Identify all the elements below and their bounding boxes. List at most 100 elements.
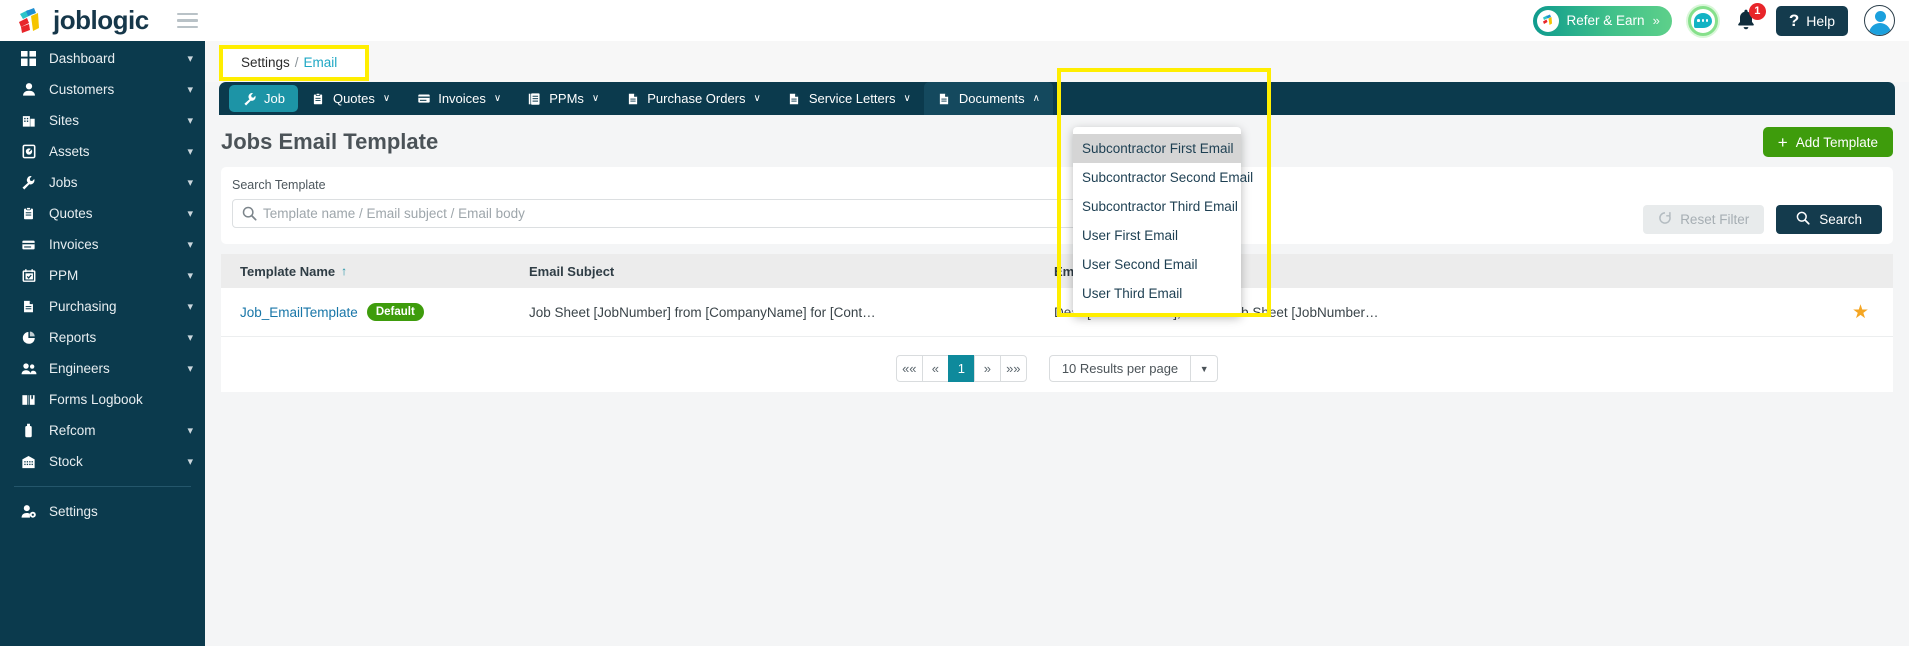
sidebar-label: Engineers	[49, 361, 110, 376]
sidebar-label: Invoices	[49, 237, 99, 252]
tab-label: Quotes	[332, 91, 375, 106]
search-icon	[242, 206, 257, 226]
sidebar-item-invoices[interactable]: Invoices ▾	[0, 229, 205, 260]
sidebar-divider	[14, 486, 191, 487]
sidebar-item-dashboard[interactable]: Dashboard ▾	[0, 43, 205, 74]
warehouse-icon	[20, 455, 37, 469]
chat-bubble-icon	[1693, 13, 1712, 28]
sidebar-item-purchasing[interactable]: Purchasing ▾	[0, 291, 205, 322]
tab-job[interactable]: Job	[229, 85, 298, 112]
table-row[interactable]: Job_EmailTemplate Default Job Sheet [Job…	[221, 288, 1893, 337]
chevron-down-icon: ▾	[187, 53, 193, 65]
template-name-link[interactable]: Job_EmailTemplate	[240, 305, 358, 320]
chevron-down-icon: ∨	[903, 93, 911, 104]
header-actions: Refer & Earn » 1 ? Help	[1532, 2, 1909, 36]
chevron-down-icon: ▾	[187, 456, 193, 468]
pagination-next-button[interactable]: »	[973, 355, 1001, 382]
sort-ascending-icon: ↑	[341, 264, 348, 278]
dropdown-item-subcontractor-second-email[interactable]: Subcontractor Second Email	[1073, 163, 1253, 192]
dropdown-item-user-first-email[interactable]: User First Email	[1073, 221, 1241, 250]
chevron-down-icon: ▾	[187, 146, 193, 158]
column-header-email-subject[interactable]: Email Subject	[521, 264, 1046, 279]
tab-label: Job	[264, 91, 285, 106]
chevron-down-icon: ▾	[187, 177, 193, 189]
asset-icon	[20, 144, 37, 159]
pagination-last-button[interactable]: »»	[999, 355, 1027, 382]
tab-service-letters[interactable]: Service Letters ∨	[774, 82, 924, 115]
sidebar-item-customers[interactable]: Customers ▾	[0, 74, 205, 105]
invoice-icon	[416, 92, 431, 105]
chevron-down-icon: ▾	[187, 208, 193, 220]
sidebar-item-jobs[interactable]: Jobs ▾	[0, 167, 205, 198]
sidebar-item-engineers[interactable]: Engineers ▾	[0, 353, 205, 384]
search-button[interactable]: Search	[1776, 205, 1882, 234]
reset-filter-label: Reset Filter	[1680, 212, 1750, 227]
chat-support-icon[interactable]	[1687, 5, 1718, 36]
sidebar-label: Sites	[49, 113, 80, 128]
wrench-icon	[20, 175, 37, 190]
sidebar-label: Customers	[49, 82, 115, 97]
sidebar-item-quotes[interactable]: Quotes ▾	[0, 198, 205, 229]
chevron-up-icon: ∧	[1032, 93, 1040, 104]
breadcrumb[interactable]: Settings / Email	[219, 44, 370, 81]
document-icon	[20, 299, 37, 314]
chevron-down-icon: ▾	[187, 301, 193, 313]
sidebar-label: Jobs	[49, 175, 78, 190]
user-avatar[interactable]	[1864, 5, 1895, 36]
sidebar-item-refcom[interactable]: Refcom ▾	[0, 415, 205, 446]
hamburger-icon[interactable]	[176, 12, 198, 29]
sidebar-item-forms-logbook[interactable]: Forms Logbook	[0, 384, 205, 415]
add-template-button[interactable]: + Add Template	[1762, 127, 1893, 157]
breadcrumb-root[interactable]: Settings	[241, 55, 290, 70]
chevron-down-icon: ▾	[187, 115, 193, 127]
sidebar-item-sites[interactable]: Sites ▾	[0, 105, 205, 136]
dropdown-item-user-second-email[interactable]: User Second Email	[1073, 250, 1241, 279]
breadcrumb-row: Settings / Email	[205, 41, 1909, 82]
tab-quotes[interactable]: Quotes ∨	[298, 82, 403, 115]
refer-and-earn-button[interactable]: Refer & Earn »	[1532, 5, 1672, 36]
chevron-down-icon: ▾	[187, 239, 193, 251]
notifications-bell-icon[interactable]: 1	[1734, 2, 1766, 35]
wrench-icon	[242, 92, 257, 106]
invoice-icon	[20, 238, 37, 252]
refer-label: Refer & Earn	[1566, 13, 1645, 28]
column-header-template-name[interactable]: Template Name ↑	[221, 264, 521, 279]
pagination-page-1[interactable]: 1	[947, 355, 975, 382]
brand-logo[interactable]: joblogic	[0, 5, 149, 36]
plus-icon: +	[1777, 132, 1788, 152]
sidebar-item-stock[interactable]: Stock ▾	[0, 446, 205, 477]
sidebar-label: Purchasing	[49, 299, 117, 314]
star-icon[interactable]: ★	[1852, 301, 1885, 324]
chevron-down-icon: ∨	[591, 93, 600, 104]
users-icon	[20, 362, 37, 376]
dropdown-item-subcontractor-third-email[interactable]: Subcontractor Third Email	[1073, 192, 1241, 221]
dropdown-item-user-third-email[interactable]: User Third Email	[1073, 279, 1241, 308]
sidebar-item-reports[interactable]: Reports ▾	[0, 322, 205, 353]
chevron-down-icon[interactable]: ▼	[1191, 355, 1219, 382]
joblogic-logo-icon	[14, 6, 44, 36]
column-label: Template Name	[240, 263, 336, 279]
sidebar-item-ppm[interactable]: PPM ▾	[0, 260, 205, 291]
dropdown-item-subcontractor-first-email[interactable]: Subcontractor First Email	[1073, 134, 1241, 163]
sidebar-item-settings[interactable]: Settings	[0, 496, 205, 527]
calendar-icon	[20, 268, 37, 283]
breadcrumb-current[interactable]: Email	[304, 55, 338, 70]
results-per-page-label[interactable]: 10 Results per page	[1048, 355, 1192, 382]
reset-filter-button[interactable]: Reset Filter	[1643, 205, 1765, 234]
sidebar-label: Assets	[49, 144, 90, 159]
pagination-prev-button[interactable]: «	[921, 355, 949, 382]
tab-label: Documents	[958, 91, 1025, 106]
tab-invoices[interactable]: Invoices ∨	[403, 82, 514, 115]
sidebar-item-assets[interactable]: Assets ▾	[0, 136, 205, 167]
tab-purchase-orders[interactable]: Purchase Orders ∨	[612, 82, 774, 115]
help-button[interactable]: ? Help	[1775, 5, 1848, 36]
results-per-page-selector[interactable]: 10 Results per page ▼	[1048, 355, 1219, 382]
sidebar-label: PPM	[49, 268, 79, 283]
tab-documents[interactable]: Documents ∧	[923, 82, 1053, 115]
pagination-first-button[interactable]: ««	[895, 355, 923, 382]
settings-user-icon	[20, 504, 37, 519]
building-icon	[20, 113, 37, 128]
tab-ppms[interactable]: PPMs ∨	[514, 82, 612, 115]
search-button-label: Search	[1819, 212, 1862, 227]
chevron-down-icon: ▾	[187, 425, 193, 437]
